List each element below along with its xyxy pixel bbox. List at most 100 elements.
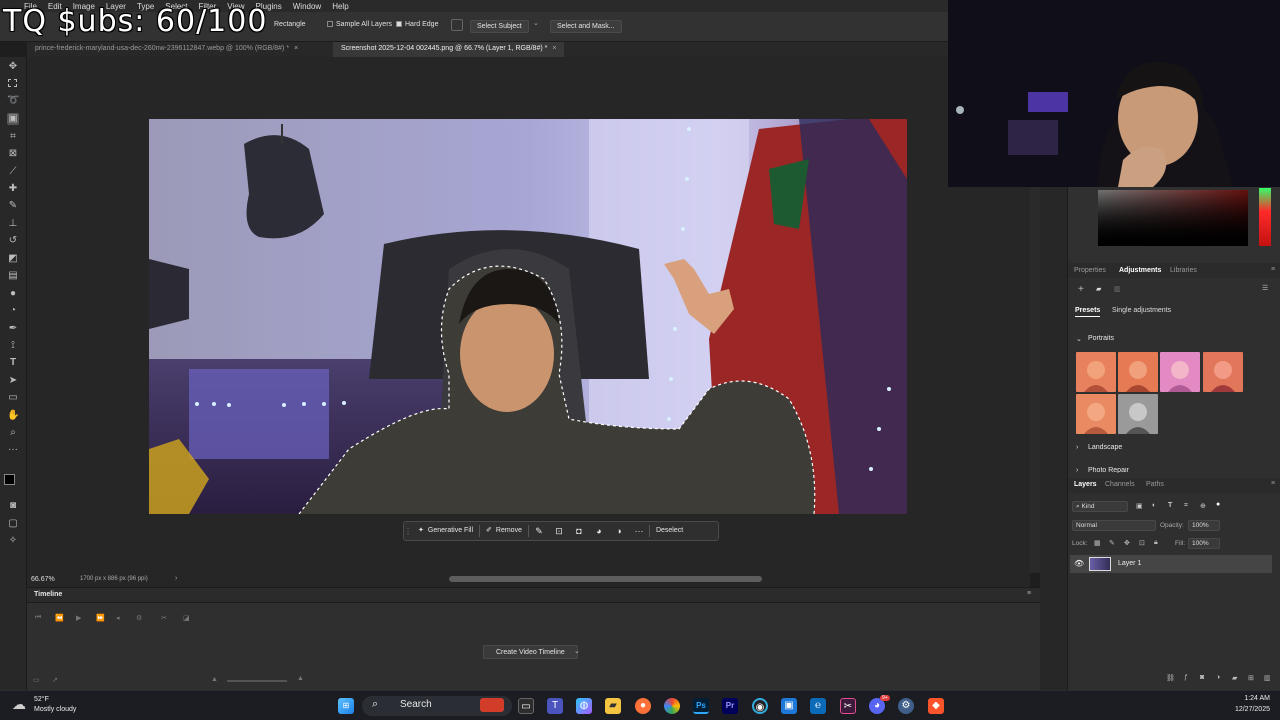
quick-mask-icon[interactable]: ◙: [7, 500, 19, 512]
preset-thumbnail[interactable]: [1076, 394, 1116, 434]
panel-menu-icon[interactable]: ≡: [1271, 266, 1275, 273]
gradient-tool-icon[interactable]: ▤: [7, 270, 19, 282]
eraser-tool-icon[interactable]: ◩: [7, 253, 19, 265]
preset-thumbnail[interactable]: [1118, 352, 1158, 392]
zoom-in-icon[interactable]: ▲: [297, 675, 304, 682]
convert-icon[interactable]: ↗: [52, 676, 58, 684]
edge-icon[interactable]: ℮: [810, 698, 826, 714]
layer-name[interactable]: Layer 1: [1118, 560, 1141, 567]
tab-properties[interactable]: Properties: [1074, 267, 1106, 274]
generative-fill-button[interactable]: ✦ Generative Fill: [412, 521, 479, 541]
next-frame-icon[interactable]: ⏩: [96, 614, 105, 622]
transform-selection-icon[interactable]: ⊡: [549, 526, 569, 537]
panel-menu-icon[interactable]: ≡: [1271, 480, 1275, 487]
chevron-down-icon[interactable]: ⌄: [1076, 335, 1082, 343]
rectangle-tool-icon[interactable]: ▭: [7, 392, 19, 404]
firefox-icon[interactable]: ●: [635, 698, 651, 714]
copilot-icon[interactable]: ◍: [576, 698, 592, 714]
brave-icon[interactable]: ◆: [928, 698, 944, 714]
first-frame-icon[interactable]: ⏮: [35, 614, 41, 622]
clone-stamp-tool-icon[interactable]: ⊥: [7, 218, 19, 230]
photoshop-taskbar-icon[interactable]: Ps: [693, 698, 709, 714]
sample-all-layers-checkbox[interactable]: Sample All Layers: [327, 21, 392, 28]
trash-icon[interactable]: ▥: [1114, 285, 1121, 293]
new-group-icon[interactable]: ▰: [1232, 674, 1237, 682]
adjustment-filter-icon[interactable]: ◐: [1152, 502, 1156, 509]
eyedropper-tool-icon[interactable]: ⟋: [7, 166, 19, 178]
pen-variant-tool-icon[interactable]: ⟟: [7, 340, 19, 352]
type-tool-icon[interactable]: T: [7, 357, 19, 369]
close-icon[interactable]: ×: [552, 45, 556, 52]
chevron-right-icon[interactable]: ›: [1076, 467, 1078, 474]
taskbar-search-box[interactable]: ⌕ Search: [362, 696, 512, 716]
tab-libraries[interactable]: Libraries: [1170, 267, 1197, 274]
chevron-down-icon[interactable]: ⌄: [533, 19, 539, 27]
group-portraits[interactable]: Portraits: [1088, 335, 1114, 342]
blur-tool-icon[interactable]: ●: [7, 288, 19, 300]
obs-icon[interactable]: ◉: [752, 698, 768, 714]
tab-document-1[interactable]: prince-frederick-maryland-usa-dec-260nw-…: [27, 42, 306, 57]
select-subject-button[interactable]: Select Subject: [470, 20, 529, 33]
deselect-button[interactable]: Deselect: [650, 521, 689, 541]
preset-thumbnail[interactable]: [1076, 352, 1116, 392]
hue-slider[interactable]: [1259, 188, 1271, 246]
lock-transparent-icon[interactable]: ▦: [1094, 539, 1101, 547]
brush-tool-icon[interactable]: ✎: [7, 200, 19, 212]
weather-icon[interactable]: ☁︎: [12, 696, 26, 713]
remove-button[interactable]: ✐ Remove: [480, 521, 528, 541]
clock-time[interactable]: 1:24 AM: [1244, 695, 1270, 702]
chrome-icon[interactable]: [664, 698, 680, 714]
clock-date[interactable]: 12/27/2025: [1235, 706, 1270, 713]
tab-adjustments[interactable]: Adjustments: [1119, 267, 1161, 274]
more-tools-icon[interactable]: ···: [7, 444, 19, 456]
new-layer-icon[interactable]: ⊞: [1248, 674, 1254, 682]
filter-toggle-icon[interactable]: ●: [1216, 501, 1220, 508]
hand-tool-icon[interactable]: ✋: [7, 410, 19, 422]
menu-window[interactable]: Window: [293, 2, 321, 11]
teams-icon[interactable]: T: [547, 698, 563, 714]
hard-edge-checkbox[interactable]: Hard Edge: [396, 21, 438, 28]
adjustment-icon[interactable]: ◑: [609, 526, 629, 536]
lasso-tool-icon[interactable]: ➰: [7, 95, 19, 107]
healing-brush-tool-icon[interactable]: ✚: [7, 183, 19, 195]
tab-layers[interactable]: Layers: [1074, 481, 1097, 488]
chevron-right-icon[interactable]: ›: [175, 575, 177, 582]
shape-filter-icon[interactable]: ⌗: [1184, 502, 1188, 510]
generative-icon[interactable]: ✧: [7, 535, 19, 547]
weather-description[interactable]: Mostly cloudy: [34, 706, 76, 713]
lock-pixels-icon[interactable]: ✎: [1109, 539, 1115, 547]
horizontal-scrollbar[interactable]: [449, 576, 762, 582]
opacity-input[interactable]: 100%: [1188, 520, 1220, 531]
frame-tool-icon[interactable]: ⊠: [7, 148, 19, 160]
weather-temperature[interactable]: 52°F: [34, 696, 49, 703]
screen-mode-icon[interactable]: ▢: [7, 518, 19, 530]
chevron-right-icon[interactable]: ›: [1076, 444, 1078, 451]
preset-thumbnail[interactable]: [1118, 394, 1158, 434]
add-mask-icon[interactable]: ◙: [1200, 674, 1204, 681]
drag-handle-icon[interactable]: ⋮: [404, 527, 412, 536]
chevron-down-icon[interactable]: ⌄: [574, 647, 580, 655]
fill-input[interactable]: 100%: [1188, 538, 1220, 549]
delete-layer-icon[interactable]: ▥: [1264, 674, 1271, 682]
blend-mode-select[interactable]: Normal: [1072, 520, 1156, 531]
windows-start-icon[interactable]: ⊞: [338, 698, 354, 714]
steam-icon[interactable]: ⚙: [898, 698, 914, 714]
panel-menu-icon[interactable]: ≡: [1027, 590, 1031, 597]
link-layers-icon[interactable]: ⛓︎: [1166, 674, 1175, 682]
tab-document-2[interactable]: Screenshot 2025-12-04 002445.png @ 66.7%…: [333, 42, 565, 57]
pen-tool-icon[interactable]: ✒: [7, 323, 19, 335]
tab-paths[interactable]: Paths: [1146, 481, 1164, 488]
settings-gear-icon[interactable]: ⚙: [136, 614, 142, 622]
layer-row[interactable]: 👁︎ Layer 1: [1070, 555, 1272, 573]
task-view-icon[interactable]: ▭: [518, 698, 534, 714]
preset-thumbnail[interactable]: [1203, 352, 1243, 392]
more-options-icon[interactable]: ···: [629, 526, 649, 536]
menu-help[interactable]: Help: [332, 2, 348, 11]
canvas-image[interactable]: [149, 119, 907, 514]
folder-icon[interactable]: ▰: [1096, 285, 1101, 293]
visibility-eye-icon[interactable]: 👁︎: [1074, 559, 1084, 568]
lock-all-icon[interactable]: 🔒︎: [1154, 539, 1158, 547]
smart-object-filter-icon[interactable]: ⊕: [1200, 502, 1206, 510]
store-icon[interactable]: ▣: [781, 698, 797, 714]
zoom-level[interactable]: 66.67%: [31, 576, 55, 583]
